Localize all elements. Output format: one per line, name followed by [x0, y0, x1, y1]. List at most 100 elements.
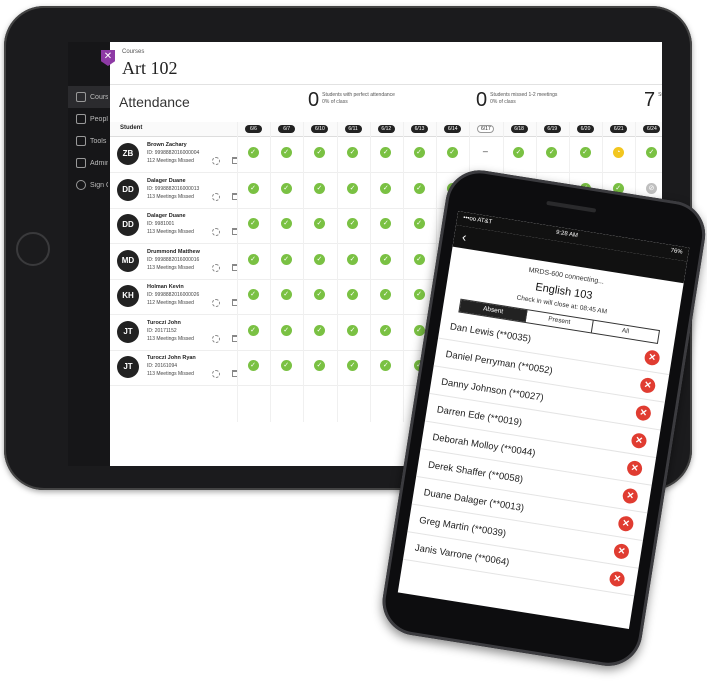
mark-absent-x-icon[interactable]: ✕: [608, 570, 626, 588]
present-check-icon[interactable]: ✓: [380, 289, 392, 300]
present-check-icon[interactable]: ✓: [380, 253, 392, 265]
present-check-icon[interactable]: ✓: [413, 218, 425, 229]
present-check-icon[interactable]: ✓: [380, 182, 392, 194]
mark-absent-x-icon[interactable]: ✕: [639, 376, 657, 395]
present-check-icon[interactable]: ✓: [247, 289, 259, 300]
present-check-icon[interactable]: ✓: [413, 324, 425, 336]
present-check-icon[interactable]: ✓: [413, 289, 425, 300]
date-column-header[interactable]: 6/14: [444, 125, 462, 133]
mark-absent-x-icon[interactable]: ✕: [626, 459, 644, 477]
date-column-header[interactable]: 6/13: [411, 125, 428, 133]
present-check-icon[interactable]: ✓: [313, 253, 325, 265]
student-id: ID: 9998882016000026: [147, 292, 200, 298]
present-check-icon[interactable]: ✓: [313, 324, 325, 336]
student-name[interactable]: Dalager Duane: [147, 213, 186, 219]
settings-icon[interactable]: [212, 370, 220, 378]
student-name[interactable]: Turoczi John Ryan: [147, 355, 196, 361]
mark-absent-x-icon[interactable]: ✕: [634, 404, 652, 422]
present-check-icon[interactable]: ✓: [247, 182, 259, 194]
stat-number: 7: [644, 89, 656, 111]
settings-icon[interactable]: [212, 334, 220, 343]
student-column-header: Student: [120, 125, 143, 131]
present-check-icon[interactable]: ✓: [313, 218, 325, 229]
sidebar-item-tools[interactable]: Tools: [76, 134, 110, 148]
mark-absent-x-icon[interactable]: ✕: [617, 515, 635, 533]
settings-icon[interactable]: [212, 192, 220, 201]
present-check-icon[interactable]: ✓: [347, 360, 359, 371]
late-clock-icon[interactable]: ◔: [612, 147, 624, 158]
mark-absent-x-icon[interactable]: ✕: [612, 542, 631, 560]
present-check-icon[interactable]: ✓: [280, 147, 292, 158]
sidebar-item-people[interactable]: People: [76, 112, 110, 126]
present-check-icon[interactable]: ✓: [380, 360, 392, 371]
present-check-icon[interactable]: ✓: [446, 147, 458, 158]
date-column-header[interactable]: 6/19: [543, 125, 561, 133]
date-column-header[interactable]: 6/10: [311, 125, 329, 133]
avatar: KH: [117, 285, 139, 307]
present-check-icon[interactable]: ✓: [380, 147, 392, 158]
date-column-header[interactable]: 6/18: [510, 125, 528, 133]
breadcrumb[interactable]: Courses: [122, 49, 144, 55]
sidebar-item-courses[interactable]: Courses: [76, 90, 110, 104]
clock-text: 9:28 AM: [555, 229, 579, 240]
settings-icon[interactable]: [212, 263, 220, 272]
present-check-icon[interactable]: ✓: [313, 147, 325, 158]
present-check-icon[interactable]: ✓: [247, 218, 259, 229]
present-check-icon[interactable]: ✓: [247, 324, 259, 336]
present-check-icon[interactable]: ✓: [313, 360, 325, 371]
date-column-header[interactable]: 6/11: [344, 125, 362, 133]
present-check-icon[interactable]: ✓: [247, 253, 259, 265]
present-check-icon[interactable]: ✓: [347, 324, 359, 336]
present-check-icon[interactable]: ✓: [513, 147, 525, 158]
student-id: ID: 9981001: [147, 221, 175, 227]
no-meeting-dash[interactable]: –: [480, 147, 491, 158]
present-check-icon[interactable]: ✓: [280, 218, 292, 229]
present-check-icon[interactable]: ✓: [347, 253, 359, 265]
settings-icon[interactable]: [212, 228, 220, 236]
student-name[interactable]: Drummond Matthew: [147, 249, 200, 255]
date-column-header[interactable]: 6/17: [477, 125, 495, 133]
student-name[interactable]: Brown Zachary: [147, 142, 187, 148]
date-column-header[interactable]: 6/7: [278, 125, 296, 133]
sidebar-item-sign-out[interactable]: Sign Out: [76, 178, 110, 192]
date-column-header[interactable]: 6/21: [610, 125, 628, 133]
present-check-icon[interactable]: ✓: [380, 324, 392, 336]
present-check-icon[interactable]: ✓: [247, 147, 259, 158]
present-check-icon[interactable]: ✓: [280, 289, 292, 300]
stat-number: 0: [476, 89, 488, 111]
present-check-icon[interactable]: ✓: [347, 218, 359, 229]
tablet-home-button[interactable]: [16, 232, 50, 266]
mark-absent-x-icon[interactable]: ✕: [621, 487, 639, 505]
present-check-icon[interactable]: ✓: [247, 360, 259, 371]
date-column-header[interactable]: 6/24: [643, 125, 661, 133]
present-check-icon[interactable]: ✓: [380, 218, 392, 229]
date-column-header[interactable]: 6/12: [377, 125, 395, 133]
student-name[interactable]: Dalager Duane: [147, 178, 186, 184]
present-check-icon[interactable]: ✓: [313, 182, 325, 194]
student-name[interactable]: Holman Kevin: [147, 284, 184, 290]
present-check-icon[interactable]: ✓: [579, 147, 591, 158]
present-check-icon[interactable]: ✓: [347, 147, 359, 158]
present-check-icon[interactable]: ✓: [280, 360, 292, 371]
sidebar-item-admin[interactable]: Admin: [76, 156, 110, 170]
present-check-icon[interactable]: ✓: [347, 289, 359, 300]
present-check-icon[interactable]: ✓: [413, 147, 425, 158]
mark-absent-x-icon[interactable]: ✕: [643, 349, 661, 367]
date-column-header[interactable]: 6/20: [577, 125, 594, 133]
present-check-icon[interactable]: ✓: [280, 182, 292, 194]
date-column-header[interactable]: 6/6: [245, 125, 262, 133]
settings-icon[interactable]: [212, 299, 220, 307]
present-check-icon[interactable]: ✓: [413, 182, 425, 194]
present-check-icon[interactable]: ✓: [546, 147, 558, 158]
student-name[interactable]: Turoczi John: [147, 320, 181, 326]
present-check-icon[interactable]: ✓: [313, 289, 325, 300]
excused-icon[interactable]: ⊘: [645, 182, 657, 194]
present-check-icon[interactable]: ✓: [645, 147, 657, 158]
present-check-icon[interactable]: ✓: [280, 324, 292, 336]
present-check-icon[interactable]: ✓: [347, 182, 359, 194]
present-check-icon[interactable]: ✓: [280, 253, 292, 265]
present-check-icon[interactable]: ✓: [413, 253, 425, 265]
settings-icon[interactable]: [212, 157, 220, 165]
back-chevron-icon[interactable]: ‹: [461, 229, 468, 244]
mark-absent-x-icon[interactable]: ✕: [630, 432, 648, 450]
